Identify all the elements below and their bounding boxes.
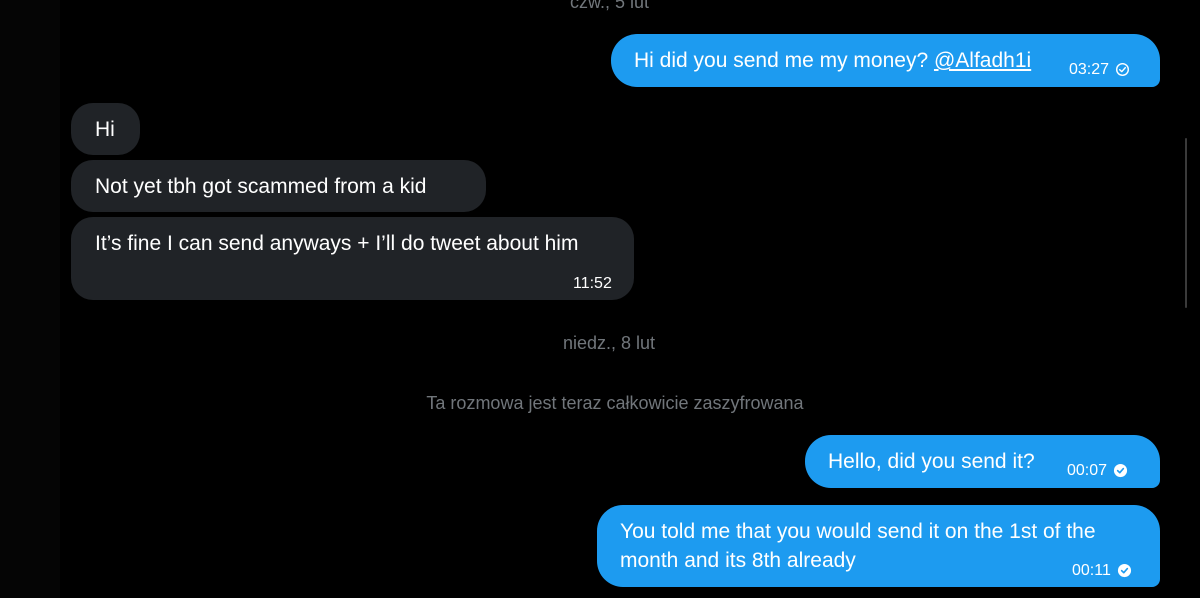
message-text: Hi did you send me my money? @Alfadh1i [634, 46, 1031, 75]
message-meta: 11:52 [573, 269, 612, 298]
scrollbar[interactable] [1185, 138, 1187, 308]
message-bubble-outgoing[interactable]: You told me that you would send it on th… [597, 505, 1160, 587]
message-bubble-outgoing[interactable]: Hello, did you send it? 00:07 [805, 435, 1160, 488]
message-bubble-outgoing[interactable]: Hi did you send me my money? @Alfadh1i 0… [611, 34, 1160, 87]
message-time: 00:07 [1067, 462, 1108, 479]
dm-conversation-view: czw., 5 lut Hi did you send me my money?… [0, 0, 1200, 598]
message-bubble-incoming[interactable]: Not yet tbh got scammed from a kid [71, 160, 486, 212]
read-check-filled-icon [1117, 563, 1131, 578]
message-bubble-incoming[interactable]: It’s fine I can send anyways + I’ll do t… [71, 217, 634, 300]
message-text: It’s fine I can send anyways + I’ll do t… [95, 232, 579, 255]
message-text: Not yet tbh got scammed from a kid [95, 175, 427, 198]
message-text-body: Hi did you send me my money? [634, 49, 934, 72]
date-separator: niedz., 8 lut [563, 333, 656, 353]
message-meta: 03:27 [1069, 55, 1130, 84]
mention-link[interactable]: @Alfadh1i [934, 49, 1031, 72]
encryption-notice: Ta rozmowa jest teraz całkowicie zaszyfr… [426, 393, 804, 413]
message-time: 03:27 [1069, 61, 1110, 78]
message-time: 11:52 [573, 275, 612, 292]
left-edge-panel [0, 0, 60, 598]
message-meta: 00:11 [1072, 556, 1132, 585]
message-text: Hi [95, 118, 115, 141]
read-check-filled-icon [1113, 463, 1128, 478]
message-bubble-incoming[interactable]: Hi [71, 103, 140, 155]
message-text: You told me that you would send it on th… [620, 520, 1096, 572]
message-time: 00:11 [1072, 562, 1111, 579]
date-separator-top: czw., 5 lut [570, 0, 650, 12]
message-meta: 00:07 [1067, 456, 1128, 485]
sent-check-outline-icon [1116, 62, 1130, 77]
message-text: Hello, did you send it? [828, 450, 1035, 473]
